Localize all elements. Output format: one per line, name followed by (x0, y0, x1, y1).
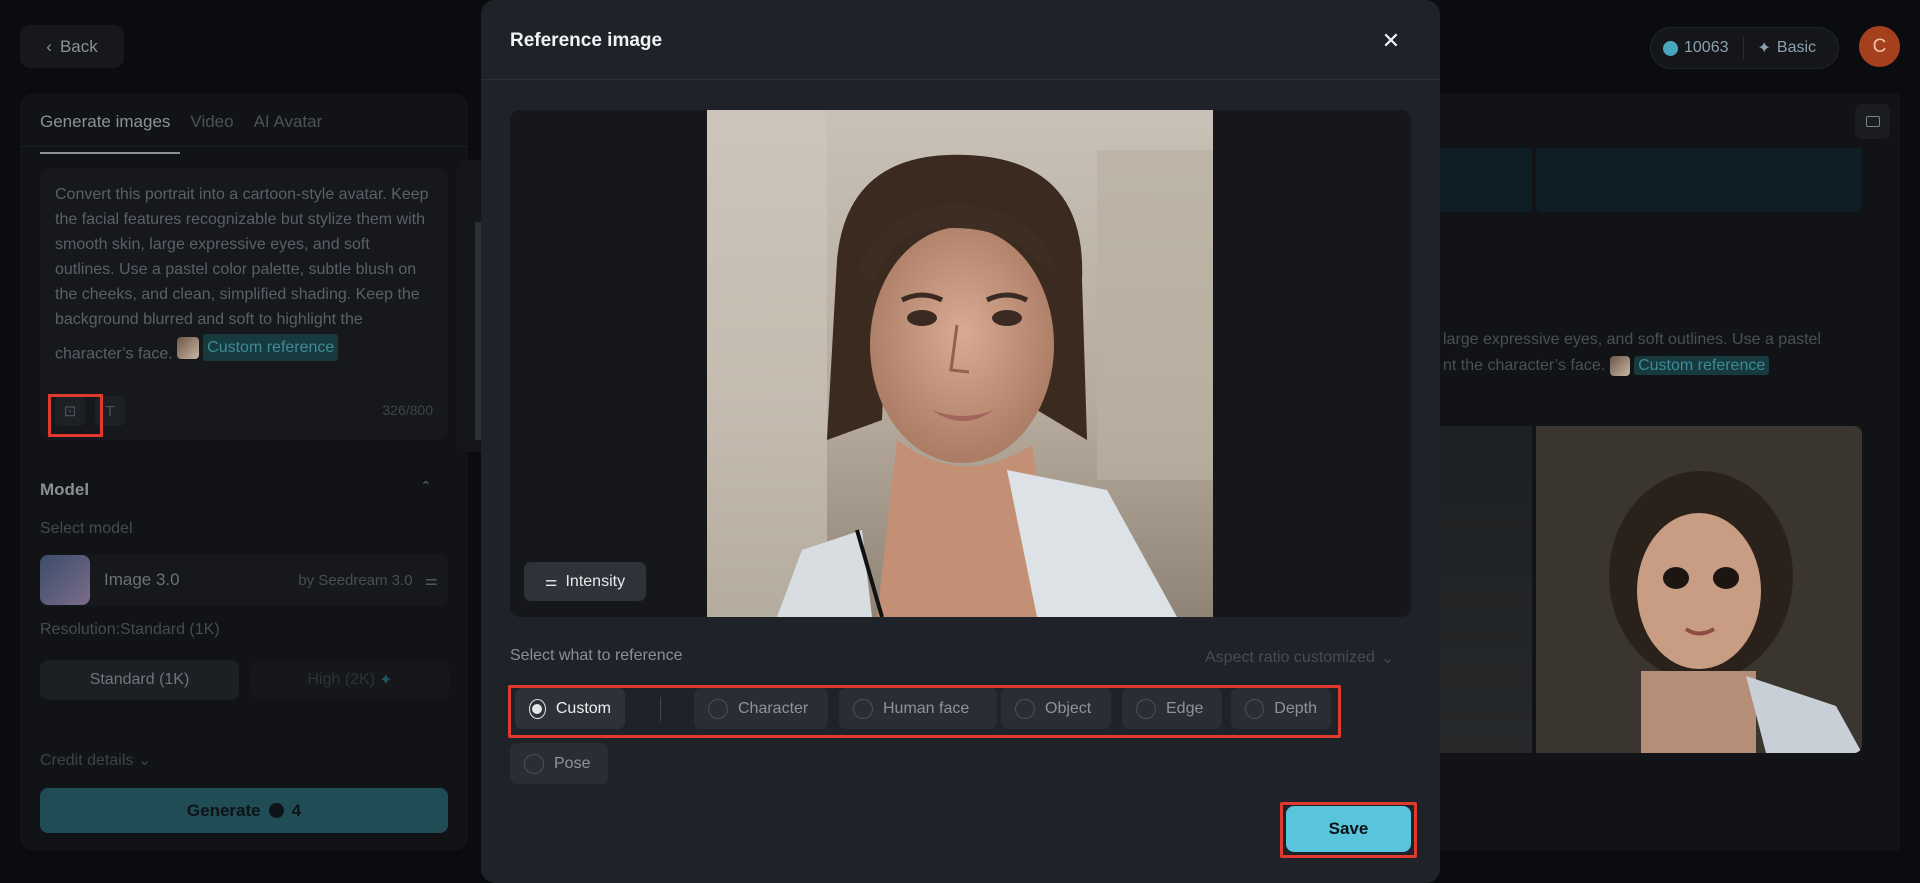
result-image[interactable] (1430, 148, 1532, 212)
model-section-title: Model (40, 480, 90, 499)
intensity-button[interactable]: ⚌ Intensity (524, 562, 646, 601)
reference-chip[interactable]: Custom reference (177, 334, 339, 361)
left-panel: Generate images Video AI Avatar Convert … (20, 94, 468, 850)
image-preview: ⚌ Intensity (510, 110, 1411, 617)
save-highlight (1280, 802, 1417, 858)
select-model-label: Select model (40, 520, 133, 537)
tab-ai-avatar[interactable]: AI Avatar (254, 112, 333, 154)
result-image[interactable] (1536, 148, 1862, 212)
plan-label: Basic (1776, 39, 1817, 56)
result-prompt-text: large expressive eyes, and soft outlines… (1443, 327, 1863, 379)
close-button[interactable]: ✕ (1376, 26, 1406, 56)
result-images-top (1430, 148, 1862, 212)
result-prompt-line-1: large expressive eyes, and soft outlines… (1443, 331, 1821, 348)
select-reference-label: Select what to reference (510, 647, 683, 664)
resolution-label: Resolution:Standard (1K) (40, 621, 220, 638)
folder-icon (1865, 116, 1880, 127)
intensity-label: Intensity (565, 572, 626, 590)
result-images-bottom (1430, 426, 1862, 753)
sparkle-icon: ✦ (379, 672, 393, 689)
resolution-high-button[interactable]: High (2K) ✦ (251, 660, 449, 700)
result-image[interactable] (1430, 426, 1532, 753)
chevron-down-icon: ⌄ (1380, 650, 1395, 667)
coin-icon (268, 803, 284, 818)
image-button-highlight (48, 394, 103, 437)
model-name: Image 3.0 (104, 570, 180, 589)
mode-tabs: Generate images Video AI Avatar (40, 112, 342, 154)
aspect-ratio-dropdown[interactable]: Aspect ratio customized ⌄ (1205, 648, 1394, 668)
option-pose[interactable]: Pose (510, 743, 608, 784)
char-counter: 326/800 (382, 402, 433, 418)
modal-title: Reference image (510, 30, 663, 51)
tab-generate-images[interactable]: Generate images (40, 112, 181, 154)
credits-pill[interactable]: 10063 ✦ Basic (1650, 27, 1839, 69)
credits-count: 10063 (1684, 39, 1729, 56)
tabs-divider (20, 146, 468, 147)
generate-label: Generate (186, 800, 261, 820)
reference-thumbnail (177, 336, 200, 359)
reference-thumbnail (1609, 355, 1630, 376)
back-label: Back (59, 36, 98, 56)
chevron-left-icon: ‹ (46, 36, 52, 56)
model-thumbnail (40, 555, 90, 605)
model-selector[interactable]: Image 3.0 by Seedream 3.0 ⚌ (40, 554, 448, 606)
radio-button (524, 753, 544, 774)
sparkle-icon: ✦ (1757, 40, 1771, 57)
avatar[interactable]: C (1859, 26, 1900, 67)
tab-video[interactable]: Video (190, 112, 243, 154)
reference-photo (707, 110, 1213, 617)
generate-cost: 4 (291, 800, 302, 820)
credit-details-toggle[interactable]: Credit details ⌄ (40, 750, 151, 770)
reference-chip-label: Custom reference (203, 334, 339, 361)
option-label: Pose (554, 754, 591, 772)
aspect-ratio-label: Aspect ratio customized (1205, 649, 1375, 666)
result-prompt-line-2: nt the character’s face. Custom referenc… (1443, 353, 1863, 379)
text-icon: T (105, 402, 115, 420)
coin-icon (1663, 40, 1678, 56)
back-button[interactable]: ‹ Back (20, 25, 124, 68)
credit-details-label: Credit details (40, 752, 134, 769)
chevron-up-icon[interactable]: ⌃ (420, 478, 432, 495)
sliders-icon: ⚌ (544, 573, 558, 589)
cartoon-avatar-image (1536, 426, 1862, 753)
portrait-image (707, 110, 1213, 617)
resolution-high-label: High (2K) (307, 671, 376, 688)
result-prompt-line-2-text: nt the character’s face. (1443, 357, 1606, 374)
prompt-text[interactable]: Convert this portrait into a cartoon-sty… (55, 182, 433, 367)
folder-button[interactable] (1855, 104, 1890, 139)
settings-sliders-icon[interactable]: ⚌ (425, 571, 438, 589)
pill-divider (1742, 37, 1744, 59)
close-icon: ✕ (1381, 28, 1401, 53)
model-provider: by Seedream 3.0 (298, 571, 413, 589)
result-image-cartoon[interactable] (1536, 426, 1862, 753)
reference-image-modal: Reference image ✕ ⚌ Intensity Select wha… (481, 0, 1440, 883)
options-highlight (508, 685, 1341, 738)
resolution-standard-button[interactable]: Standard (1K) (40, 660, 239, 700)
chevron-down-icon: ⌄ (137, 752, 152, 769)
modal-header: Reference image ✕ (481, 0, 1440, 80)
reference-chip-label[interactable]: Custom reference (1634, 356, 1770, 375)
generate-button[interactable]: Generate 4 (40, 788, 448, 833)
